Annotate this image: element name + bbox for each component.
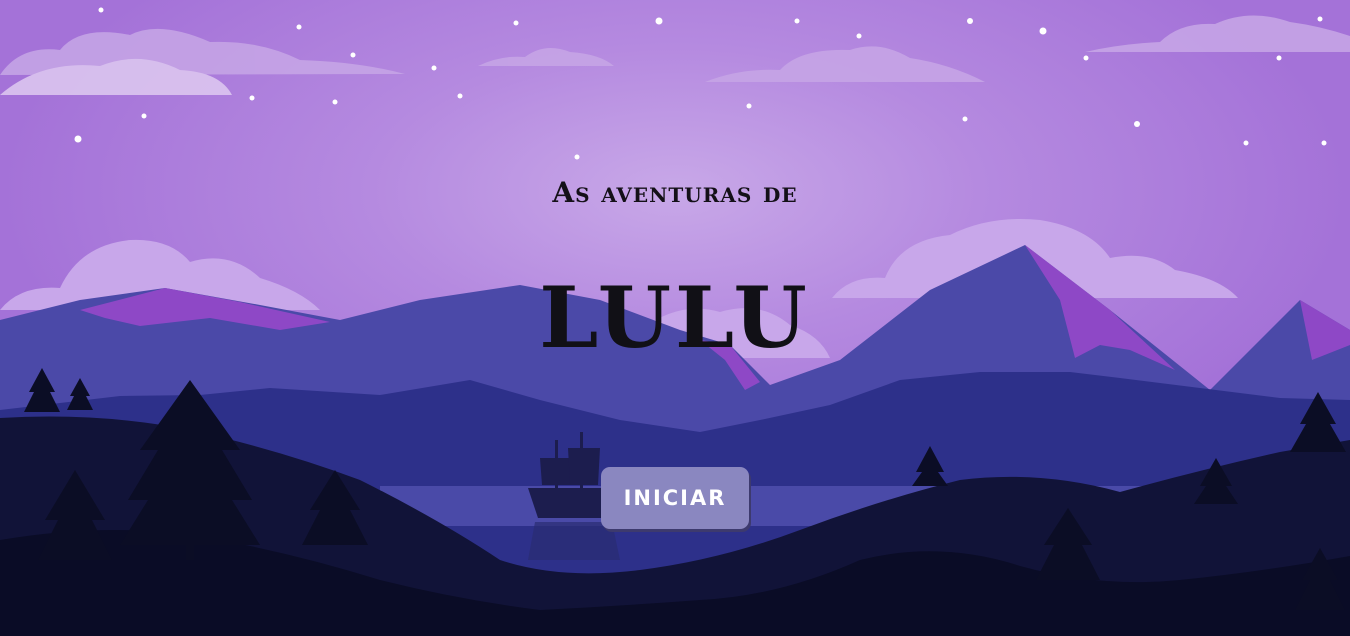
title-screen: As aventuras de LULU INICIAR — [0, 0, 1350, 636]
game-title: LULU — [539, 268, 811, 367]
game-subtitle: As aventuras de — [552, 176, 798, 209]
start-button[interactable]: INICIAR — [601, 467, 749, 529]
